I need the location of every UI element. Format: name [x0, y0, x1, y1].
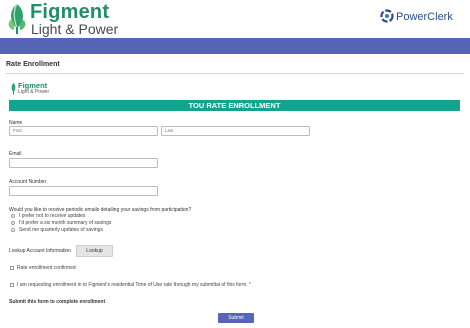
partner-name: PowerClerk	[396, 11, 453, 23]
page-title: Rate Enrollment	[6, 61, 60, 68]
divider	[6, 73, 464, 74]
account-number-label: Account Number	[9, 179, 47, 185]
email-field[interactable]	[9, 158, 158, 168]
email-label: Email	[9, 151, 22, 157]
lookup-button[interactable]: Lookup	[76, 245, 113, 257]
powerclerk-logo-icon	[380, 9, 394, 23]
option-quarterly: Send me quarterly updates of savings	[19, 227, 103, 233]
rate-confirmed-checkbox[interactable]	[10, 266, 14, 270]
brand-tagline: Light & Power	[31, 21, 119, 37]
first-name-input[interactable]: First	[9, 126, 158, 136]
required-mark: *	[248, 282, 251, 288]
consent-label: I am requesting enrollment in to Figment…	[17, 282, 251, 288]
option-no-updates: I prefer not to receive updates	[19, 213, 86, 219]
account-number-field[interactable]	[9, 186, 158, 196]
last-name-input[interactable]: Last	[161, 126, 310, 136]
rate-confirmed-label: Rate enrollment confirmed	[17, 265, 76, 271]
form-banner: TOU RATE ENROLLMENT	[9, 100, 460, 111]
submit-button[interactable]: Submit	[218, 313, 254, 323]
consent-checkbox[interactable]	[10, 283, 14, 287]
form-logo-tagline: Light & Power	[18, 89, 50, 95]
lookup-label: Lookup Account Information	[9, 248, 71, 254]
submit-heading: Submit this form to complete enrollment	[9, 299, 106, 305]
radio-six-month[interactable]	[11, 221, 15, 225]
radio-quarterly[interactable]	[11, 228, 15, 232]
nav-bar	[0, 38, 470, 54]
figment-logo-icon	[6, 2, 28, 35]
form-logo-icon	[10, 82, 17, 95]
option-six-month: I'd prefer a six month summary of saving…	[19, 220, 112, 226]
radio-no-updates[interactable]	[11, 214, 15, 218]
banner-title: TOU RATE ENROLLMENT	[188, 101, 281, 110]
brand-name: Figment	[30, 1, 110, 23]
